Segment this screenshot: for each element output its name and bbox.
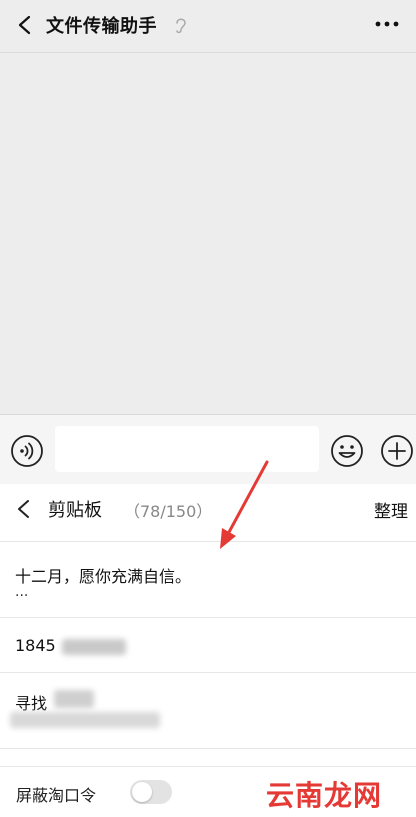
back-arrow-icon[interactable] <box>14 14 36 36</box>
clipboard-item-text: 十二月，愿你充满自信。 <box>15 567 192 586</box>
message-input[interactable] <box>55 426 319 472</box>
toggle-knob <box>132 782 152 802</box>
site-watermark: 云南龙网 <box>265 779 382 812</box>
clipboard-count: （78/150） <box>124 502 213 521</box>
clipboard-back-icon[interactable] <box>14 498 34 520</box>
blurred-text <box>62 639 126 655</box>
ear-icon <box>176 18 186 34</box>
divider <box>0 541 416 542</box>
emoji-icon[interactable] <box>330 434 364 468</box>
more-dots-icon[interactable] <box>374 14 400 34</box>
clipboard-title: 剪贴板 <box>48 500 102 521</box>
chat-message-area[interactable] <box>0 53 416 413</box>
blurred-text <box>10 712 160 728</box>
clipboard-item-text: 寻找 <box>15 694 48 713</box>
chat-title: 文件传输助手 <box>46 16 157 37</box>
clipboard-item-text: 1845 <box>15 636 56 655</box>
divider <box>0 748 416 749</box>
voice-input-icon[interactable] <box>10 434 44 468</box>
blurred-text <box>54 690 94 708</box>
divider <box>0 766 416 767</box>
plus-icon[interactable] <box>380 434 414 468</box>
divider <box>0 672 416 673</box>
divider <box>0 617 416 618</box>
block-taobao-code-label: 屏蔽淘口令 <box>16 786 97 805</box>
organize-button[interactable]: 整理 <box>374 497 408 522</box>
block-taobao-code-toggle[interactable] <box>130 780 172 804</box>
clipboard-item-more: ... <box>15 584 29 600</box>
